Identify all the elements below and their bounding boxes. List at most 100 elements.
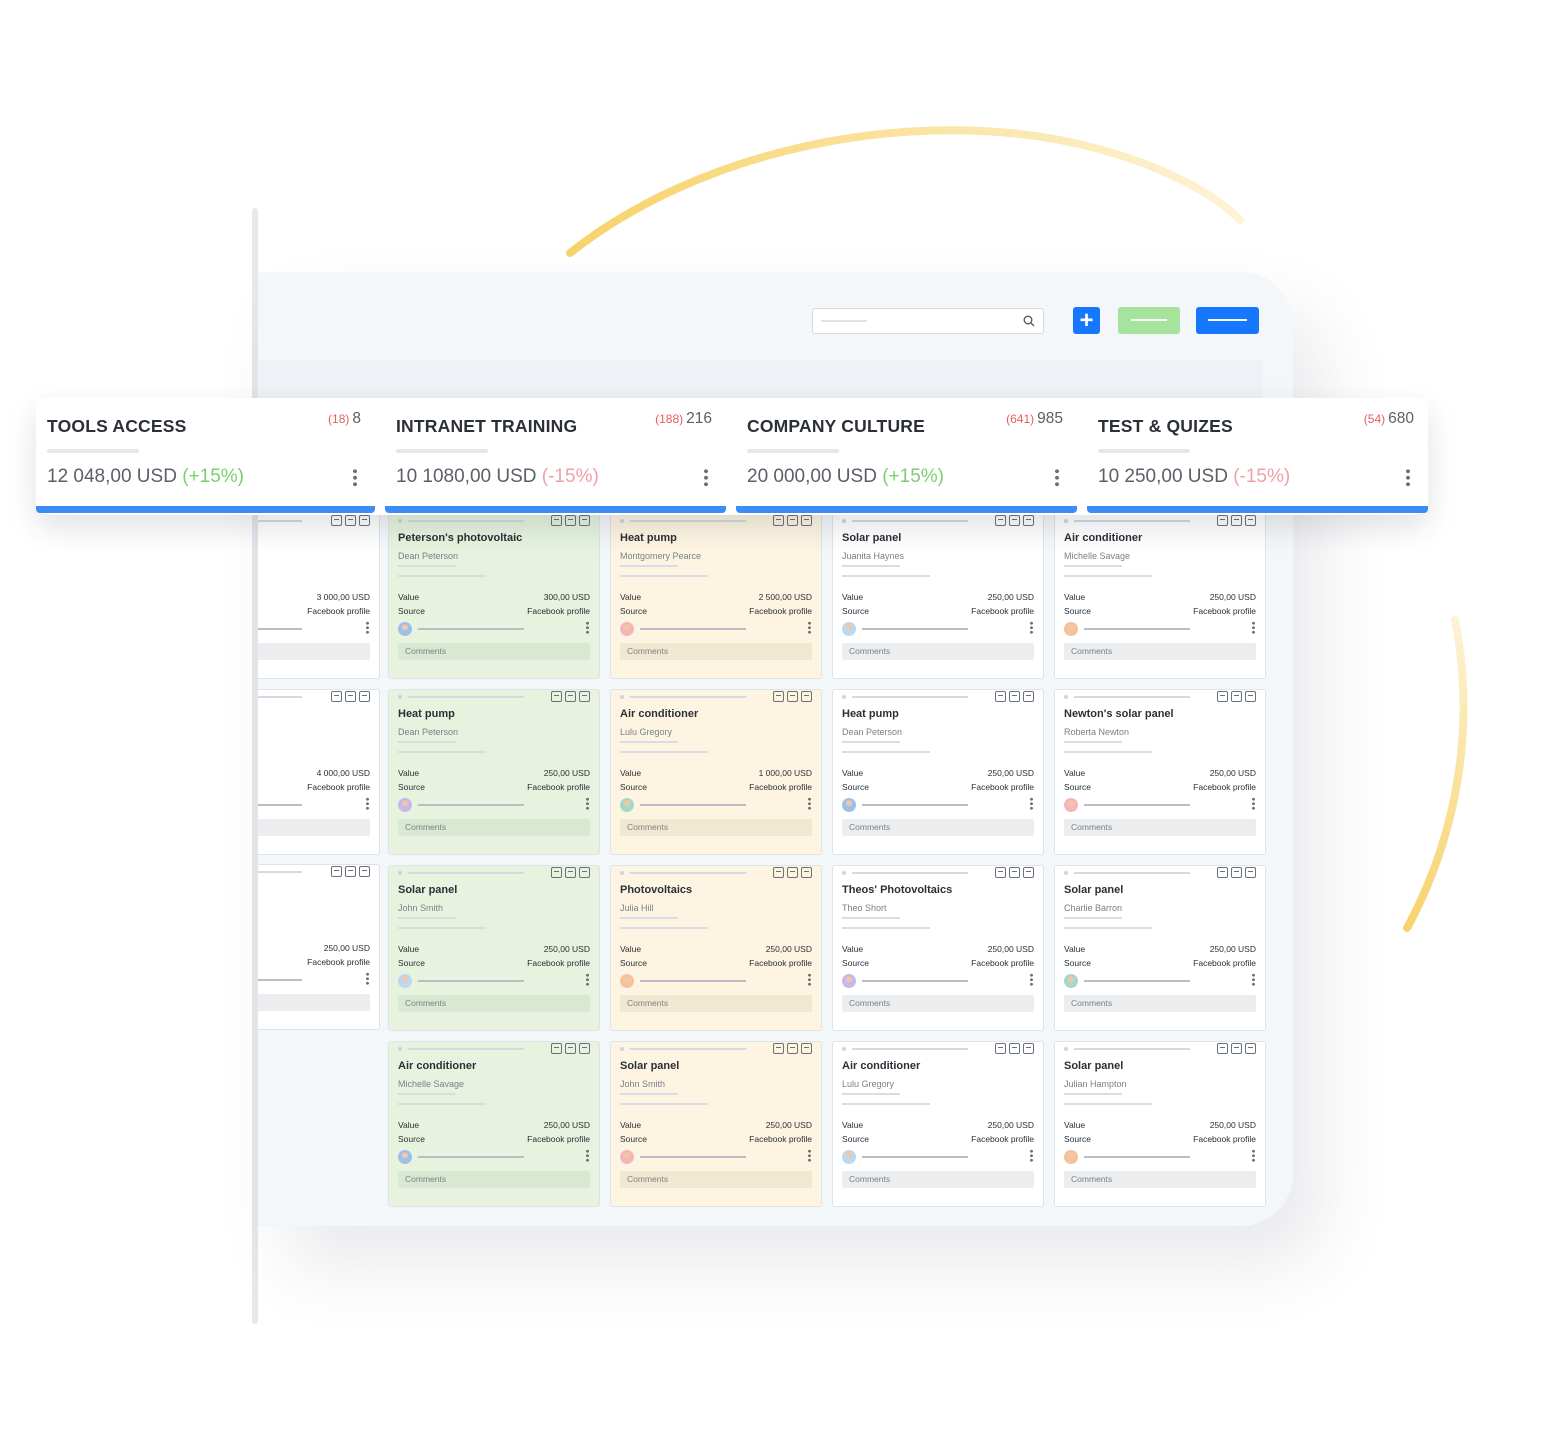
star-icon[interactable] [1023, 1043, 1034, 1054]
avatar[interactable] [1064, 1150, 1078, 1164]
calendar-icon[interactable] [565, 867, 576, 878]
deal-title[interactable]: Peterson's photovoltaic [398, 532, 522, 544]
deal-card[interactable]: Photovoltaics Julia Hill Value 250,00 USD So… [610, 865, 822, 1031]
star-icon[interactable] [801, 691, 812, 702]
avatar[interactable] [1064, 798, 1078, 812]
star-icon[interactable] [1245, 1043, 1256, 1054]
deal-title[interactable]: Heat pump [398, 708, 455, 720]
star-icon[interactable] [579, 515, 590, 526]
comments-field[interactable] [258, 819, 370, 836]
more-options-icon[interactable] [586, 797, 589, 811]
deal-title[interactable]: Solar panel [1064, 884, 1123, 896]
deal-title[interactable]: Air conditioner [620, 708, 698, 720]
calendar-icon[interactable] [565, 691, 576, 702]
comments-field[interactable]: Comments [842, 1171, 1034, 1188]
star-icon[interactable] [359, 515, 370, 526]
deal-card[interactable]: Heat pump Dean Peterson Value 250,00 USD Sou… [388, 689, 600, 855]
deal-title[interactable]: Solar panel [1064, 1060, 1123, 1072]
deal-card[interactable]: Solar panel John Smith Value 250,00 USD Sour… [610, 1041, 822, 1207]
calendar-icon[interactable] [1009, 691, 1020, 702]
checklist-icon[interactable] [551, 515, 562, 526]
deal-card-partial[interactable]: 250,00 USD Facebook profile [258, 864, 380, 1030]
calendar-icon[interactable] [1231, 515, 1242, 526]
avatar[interactable] [620, 974, 634, 988]
deal-title[interactable]: Newton's solar panel [1064, 708, 1174, 720]
checklist-icon[interactable] [1217, 515, 1228, 526]
calendar-icon[interactable] [345, 691, 356, 702]
calendar-icon[interactable] [1009, 1043, 1020, 1054]
avatar[interactable] [842, 798, 856, 812]
more-options-icon[interactable] [1252, 621, 1255, 635]
deal-card[interactable]: Solar panel Julian Hampton Value 250,00 USD… [1054, 1041, 1266, 1207]
stat-card[interactable]: TOOLS ACCESS (18) 8 12 048,00 USD (+15%) [36, 398, 375, 513]
more-options-icon[interactable] [1252, 973, 1255, 987]
deal-card-partial[interactable]: 3 000,00 USD Facebook profile [258, 513, 380, 679]
checklist-icon[interactable] [551, 867, 562, 878]
deal-card[interactable]: Solar panel Charlie Barron Value 250,00 USD… [1054, 865, 1266, 1031]
more-options-icon[interactable] [353, 468, 357, 488]
avatar[interactable] [620, 1150, 634, 1164]
avatar[interactable] [842, 974, 856, 988]
stat-card[interactable]: COMPANY CULTURE (641) 985 20 000,00 USD (+1… [736, 398, 1077, 513]
comments-field[interactable] [258, 994, 370, 1011]
calendar-icon[interactable] [1231, 691, 1242, 702]
checklist-icon[interactable] [995, 1043, 1006, 1054]
calendar-icon[interactable] [345, 866, 356, 877]
stat-card[interactable]: INTRANET TRAINING (188) 216 10 1080,00 USD … [385, 398, 726, 513]
star-icon[interactable] [801, 515, 812, 526]
avatar[interactable] [620, 622, 634, 636]
avatar[interactable] [1064, 974, 1078, 988]
more-options-icon[interactable] [808, 1149, 811, 1163]
more-options-icon[interactable] [1252, 797, 1255, 811]
checklist-icon[interactable] [773, 515, 784, 526]
deal-title[interactable]: Heat pump [842, 708, 899, 720]
search-icon[interactable] [1022, 314, 1036, 328]
calendar-icon[interactable] [565, 515, 576, 526]
checklist-icon[interactable] [331, 866, 342, 877]
deal-title[interactable]: Heat pump [620, 532, 677, 544]
star-icon[interactable] [1023, 867, 1034, 878]
more-options-icon[interactable] [808, 621, 811, 635]
star-icon[interactable] [359, 866, 370, 877]
stat-card[interactable]: TEST & QUIZES (54) 680 10 250,00 USD (-15%) [1087, 398, 1428, 513]
green-action-button[interactable] [1118, 307, 1180, 334]
more-options-icon[interactable] [366, 797, 369, 811]
star-icon[interactable] [1245, 691, 1256, 702]
avatar[interactable] [398, 622, 412, 636]
deal-title[interactable]: Photovoltaics [620, 884, 692, 896]
avatar[interactable] [398, 974, 412, 988]
deal-title[interactable]: Theos' Photovoltaics [842, 884, 952, 896]
deal-card[interactable]: Solar panel John Smith Value 250,00 USD Sour… [388, 865, 600, 1031]
checklist-icon[interactable] [995, 515, 1006, 526]
deal-card[interactable]: Solar panel Juanita Haynes Value 250,00 USD… [832, 513, 1044, 679]
deal-title[interactable]: Solar panel [398, 884, 457, 896]
star-icon[interactable] [579, 1043, 590, 1054]
comments-field[interactable] [258, 643, 370, 660]
add-button[interactable]: + [1073, 307, 1100, 334]
comments-field[interactable]: Comments [620, 1171, 812, 1188]
search-input[interactable] [812, 308, 1044, 334]
checklist-icon[interactable] [551, 691, 562, 702]
comments-field[interactable]: Comments [1064, 819, 1256, 836]
checklist-icon[interactable] [773, 691, 784, 702]
avatar[interactable] [398, 798, 412, 812]
blue-action-button[interactable] [1196, 307, 1259, 334]
deal-card[interactable]: Newton's solar panel Roberta Newton Value 2… [1054, 689, 1266, 855]
comments-field[interactable]: Comments [842, 995, 1034, 1012]
calendar-icon[interactable] [787, 515, 798, 526]
checklist-icon[interactable] [551, 1043, 562, 1054]
comments-field[interactable]: Comments [620, 643, 812, 660]
deal-title[interactable]: Solar panel [842, 532, 901, 544]
comments-field[interactable]: Comments [398, 643, 590, 660]
comments-field[interactable]: Comments [398, 819, 590, 836]
more-options-icon[interactable] [1406, 468, 1410, 488]
calendar-icon[interactable] [787, 1043, 798, 1054]
more-options-icon[interactable] [366, 972, 369, 986]
more-options-icon[interactable] [808, 797, 811, 811]
comments-field[interactable]: Comments [842, 643, 1034, 660]
calendar-icon[interactable] [1231, 1043, 1242, 1054]
calendar-icon[interactable] [565, 1043, 576, 1054]
more-options-icon[interactable] [704, 468, 708, 488]
more-options-icon[interactable] [586, 1149, 589, 1163]
more-options-icon[interactable] [1055, 468, 1059, 488]
